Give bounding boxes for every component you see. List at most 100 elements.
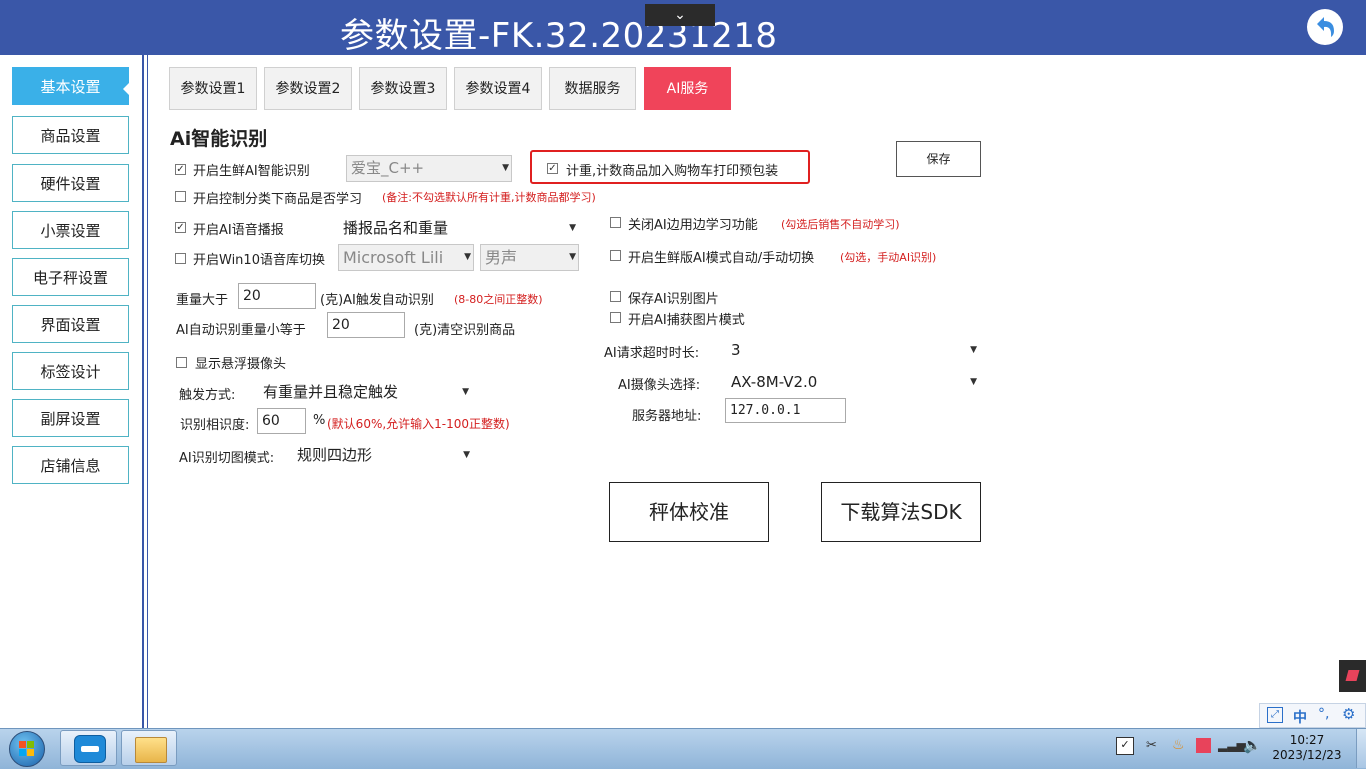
show-desktop-button[interactable] [1356,729,1366,768]
collapse-button[interactable]: ⌄ [645,4,715,26]
category-learning-checkbox[interactable] [175,191,186,202]
chevron-down-icon: ▼ [569,252,576,262]
chevron-down-icon: ▼ [569,223,576,233]
action-center-icon[interactable]: ✓ [1116,737,1134,755]
similarity-label: 识别相识度: [180,418,250,433]
ime-switch-icon[interactable]: ⤢ [1267,707,1283,723]
volume-icon[interactable]: 🔈 [1243,736,1262,754]
sidebar-divider [142,55,144,728]
section-title: Ai智能识别 [170,128,268,150]
start-button[interactable] [6,729,46,767]
flame-app-icon[interactable]: ♨ [1172,737,1185,753]
camera-label: AI摄像头选择: [618,378,701,393]
category-learning-label: 开启控制分类下商品是否学习 [193,192,363,207]
chevron-down-icon: ▼ [462,387,469,397]
fresh-mode-switch-checkbox[interactable] [610,250,621,261]
tab-ai-service[interactable]: AI服务 [644,67,731,110]
tray-app-icon[interactable] [1196,738,1211,753]
capture-mode-checkbox[interactable] [610,312,621,323]
signal-icon[interactable]: ▂▃▅ [1218,738,1246,752]
disable-learning-checkbox[interactable] [610,217,621,228]
sidebar-item-interface[interactable]: 界面设置 [12,305,129,343]
floating-camera-label: 显示悬浮摄像头 [195,357,287,372]
tab-params-4[interactable]: 参数设置4 [454,67,542,110]
crop-mode-select[interactable]: 规则四边形 ▼ [293,442,472,468]
network-tool-icon[interactable]: ✂ [1146,738,1157,753]
back-button[interactable] [1307,9,1343,45]
app-logo-icon [1345,670,1360,681]
save-images-checkbox[interactable] [610,291,621,302]
preprint-checkbox[interactable]: ✓ [547,163,558,174]
similarity-input[interactable]: 60 [257,408,306,434]
tab-params-2[interactable]: 参数设置2 [264,67,352,110]
weight-gt-input[interactable]: 20 [238,283,316,309]
weight-gt-label: 重量大于 [176,293,229,308]
fresh-ai-checkbox[interactable]: ✓ [175,164,186,175]
weight-gt-suffix: (克)AI触发自动识别 [320,293,434,308]
tab-params-1[interactable]: 参数设置1 [169,67,257,110]
ime-language-label[interactable]: 中 [1293,707,1307,727]
windows-logo-icon [9,731,45,767]
calibrate-button[interactable]: 秤体校准 [609,482,769,542]
sidebar-item-products[interactable]: 商品设置 [12,116,129,154]
trigger-select[interactable]: 有重量并且稳定触发 ▼ [259,380,471,404]
fresh-mode-switch-note: (勾选，手动AI识别) [840,251,937,264]
tab-params-3[interactable]: 参数设置3 [359,67,447,110]
voice-gender-value: 男声 [485,248,518,267]
clock-date: 2023/12/23 [1272,748,1342,762]
chevron-down-icon: ▼ [970,377,977,387]
voice-gender-select[interactable]: 男声 ▼ [480,244,579,271]
sidebar-item-basic[interactable]: 基本设置 [12,67,129,105]
camera-select[interactable]: AX-8M-V2.0 ▼ [727,369,979,395]
voice-library-value: Microsoft Lili [343,248,444,267]
trigger-label: 触发方式: [179,388,236,403]
disable-learning-note: (勾选后销售不自动学习) [781,218,900,231]
weight-lt-input[interactable]: 20 [327,312,405,338]
crop-mode-value: 规则四边形 [297,446,373,464]
weight-gt-note: (8-80之间正整数) [454,293,543,306]
ai-engine-select[interactable]: 爱宝_C++ ▼ [346,155,512,182]
disable-learning-label: 关闭AI边用边学习功能 [628,218,758,233]
crop-mode-label: AI识别切图模式: [179,451,275,466]
tab-data-service[interactable]: 数据服务 [549,67,636,110]
chevron-down-icon: ▼ [502,163,509,173]
folder-icon [135,737,167,763]
voice-mode-select[interactable]: 播报品名和重量 ▼ [339,215,578,241]
preprint-label: 计重,计数商品加入购物车打印预包装 [566,164,779,179]
clock-time: 10:27 [1289,733,1325,747]
trigger-value: 有重量并且稳定触发 [263,383,399,401]
timeout-select[interactable]: 3 ▼ [727,337,979,363]
floating-app-button[interactable] [1339,660,1366,692]
ime-toolbar: ⤢ 中 °, ⚙ [1259,703,1366,728]
ime-settings-gear-icon[interactable]: ⚙ [1342,705,1355,723]
category-learning-note: (备注:不勾选默认所有计重,计数商品都学习) [382,191,596,204]
server-address-input[interactable]: 127.0.0.1 [725,398,846,423]
floating-camera-checkbox[interactable] [176,357,187,368]
voice-label: 开启AI语音播报 [193,223,284,238]
sidebar-item-receipt[interactable]: 小票设置 [12,211,129,249]
clock[interactable]: 10:27 2023/12/23 [1262,733,1352,763]
weight-lt-suffix: (克)清空识别商品 [414,323,516,338]
download-sdk-button[interactable]: 下载算法SDK [821,482,981,542]
voice-checkbox[interactable]: ✓ [175,222,186,233]
save-images-label: 保存AI识别图片 [628,292,719,307]
fresh-ai-label: 开启生鲜AI智能识别 [193,164,310,179]
voice-library-select[interactable]: Microsoft Lili ▼ [338,244,474,271]
chevron-down-icon: ▼ [970,345,977,355]
sidebar-item-store-info[interactable]: 店铺信息 [12,446,129,484]
weight-lt-label: AI自动识别重量小等于 [176,323,306,338]
back-arrow-icon [1317,17,1334,37]
sidebar-item-second-screen[interactable]: 副屏设置 [12,399,129,437]
taskbar-app-pos[interactable] [60,730,117,766]
taskbar-file-explorer[interactable] [121,730,177,766]
sidebar-item-scale[interactable]: 电子秤设置 [12,258,129,296]
timeout-label: AI请求超时时长: [604,346,700,361]
sidebar-item-label-design[interactable]: 标签设计 [12,352,129,390]
save-button[interactable]: 保存 [896,141,981,177]
punctuation-icon[interactable]: °, [1318,706,1329,722]
win10-voice-checkbox[interactable] [175,253,186,264]
ai-engine-value: 爱宝_C++ [351,159,425,177]
pos-app-icon [74,735,106,763]
sidebar-item-hardware[interactable]: 硬件设置 [12,164,129,202]
active-indicator [123,81,131,97]
